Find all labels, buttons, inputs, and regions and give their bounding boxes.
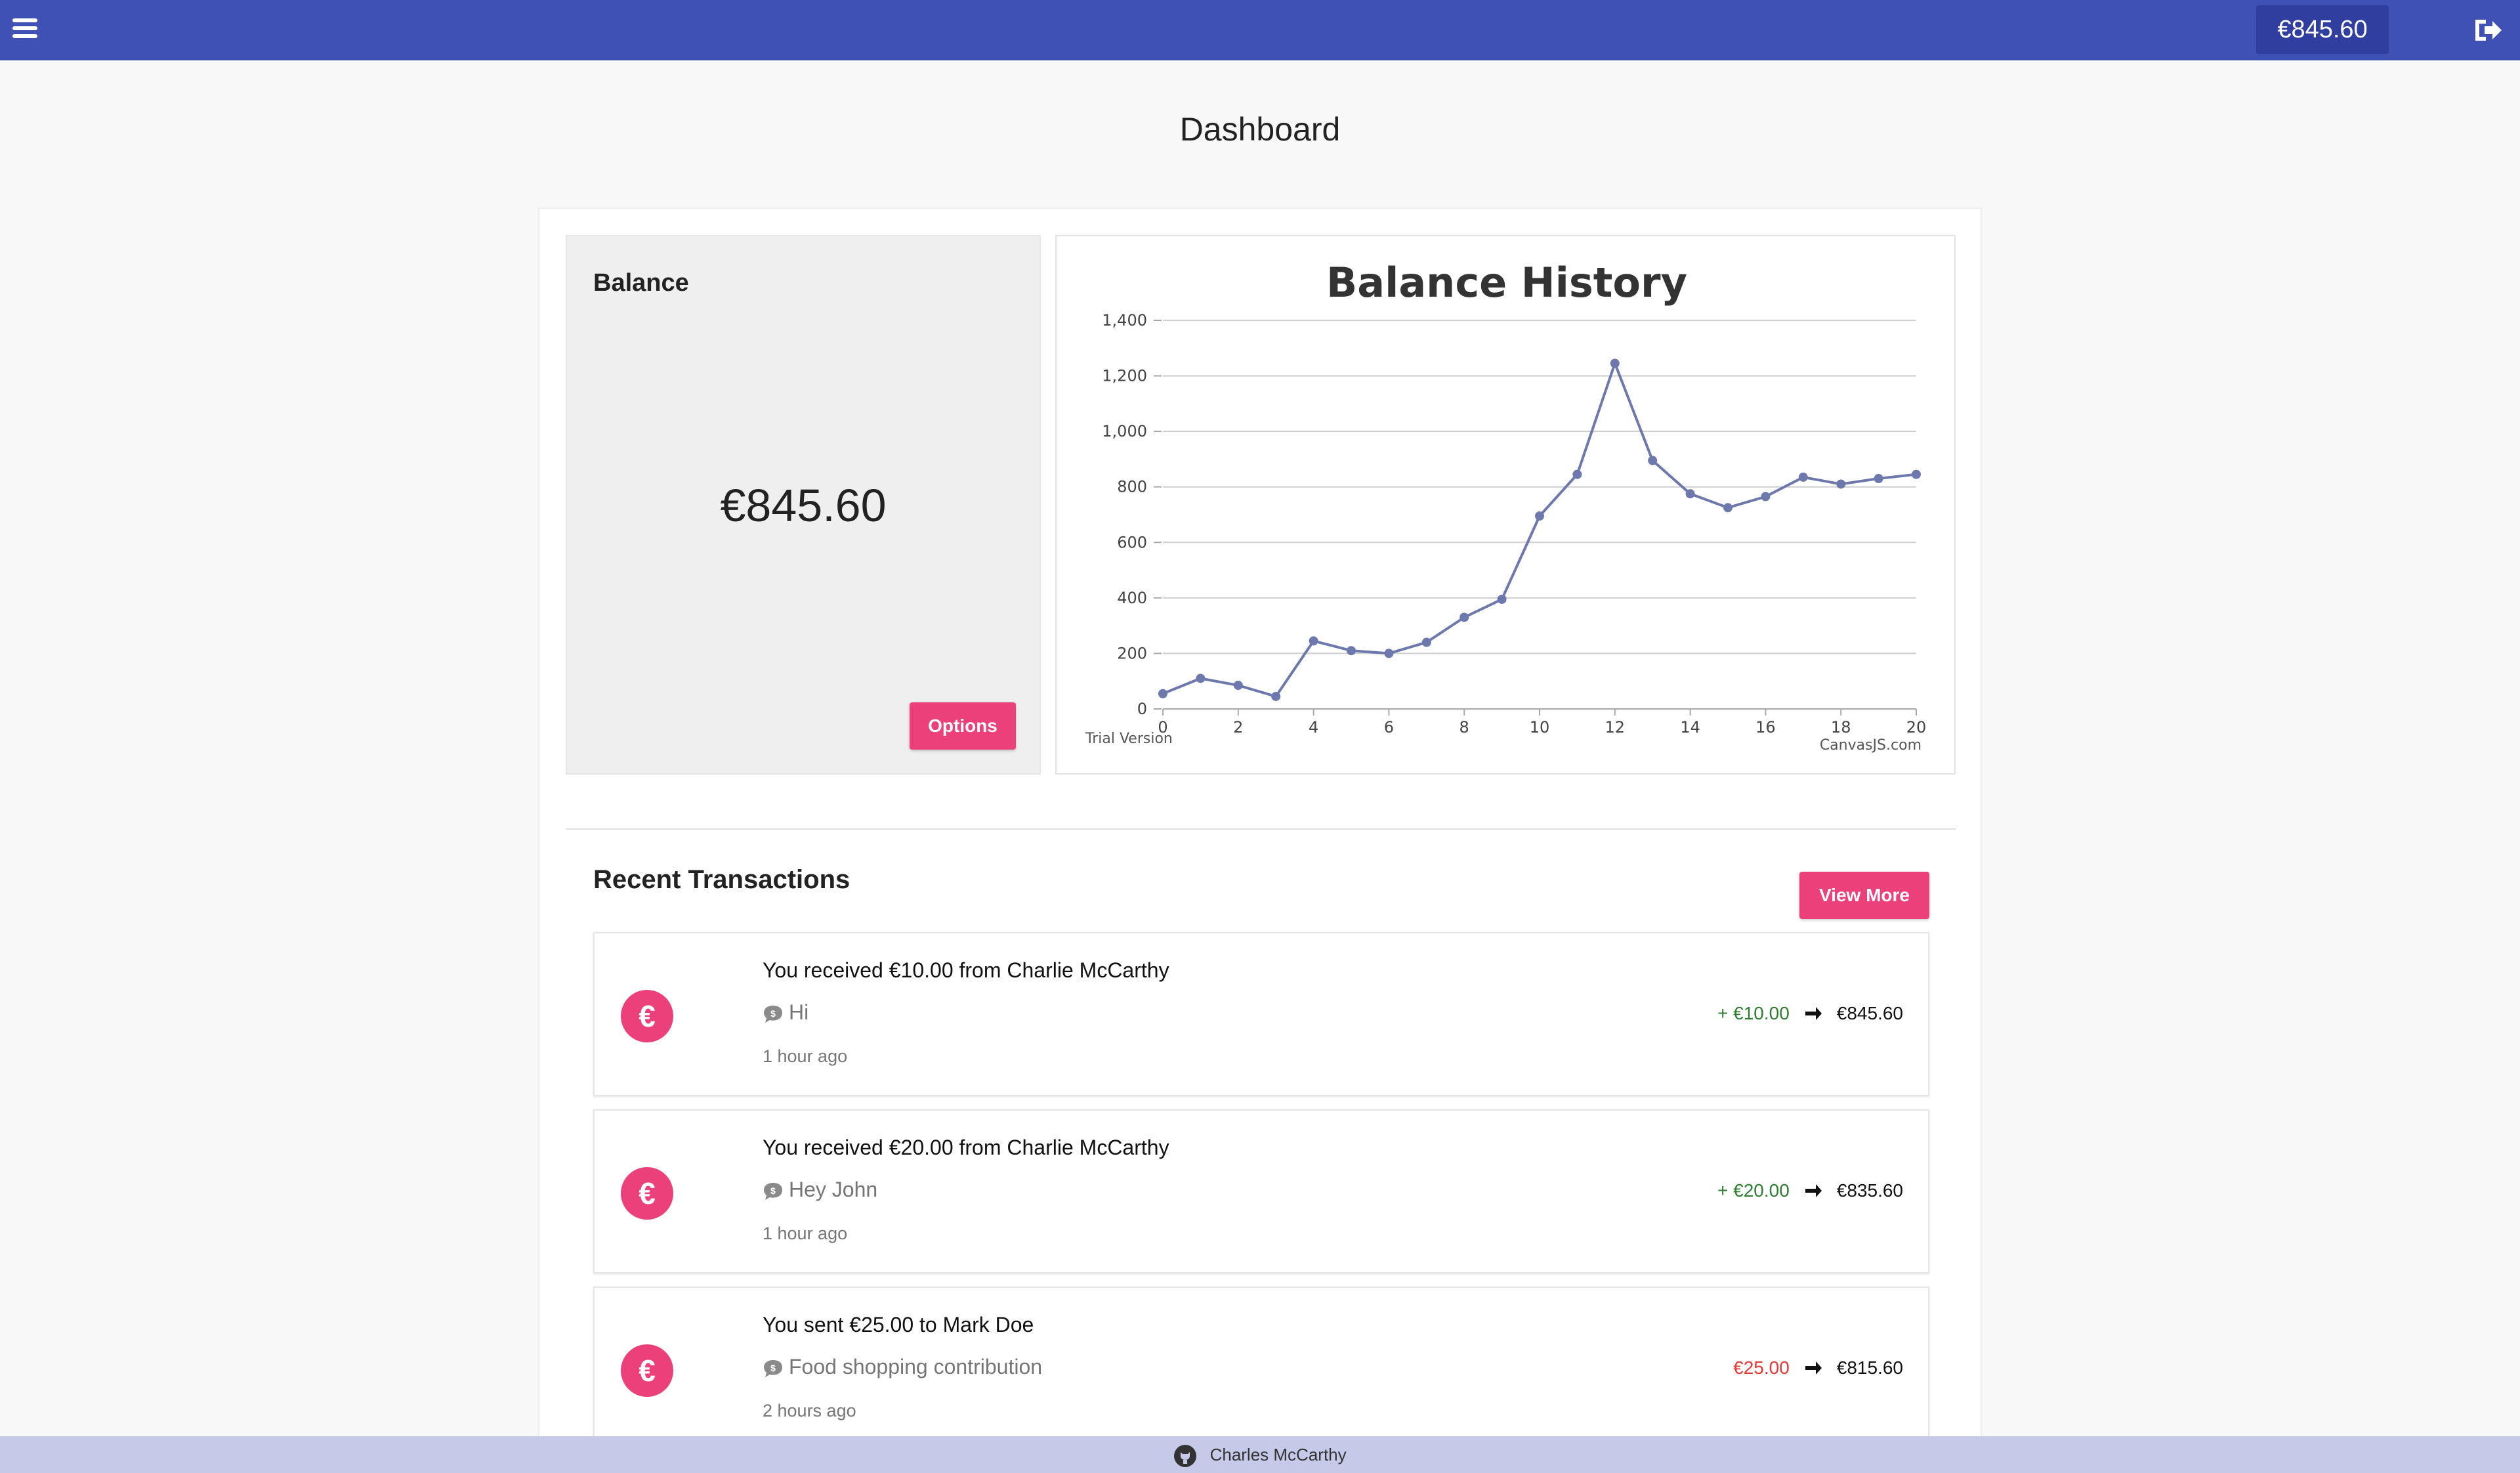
x-tick-label: 12 [1605,718,1626,736]
footer: Charles McCarthy [0,1436,2520,1473]
data-point [1158,689,1167,698]
svg-text:$: $ [770,1363,776,1373]
sign-out-icon[interactable] [2473,16,2504,45]
dashboard-card: Balance €845.60 Options Balance History 0… [538,207,1982,1473]
x-tick-label: 8 [1460,718,1469,736]
x-tick-label: 20 [1906,718,1927,736]
transaction-time: 1 hour ago [763,1224,848,1243]
transaction-message-text: Food shopping contribution [789,1355,1043,1378]
x-tick-label: 14 [1680,718,1700,736]
y-tick-label: 1,200 [1102,367,1147,385]
data-point [1347,646,1356,656]
x-tick-label: 6 [1384,718,1394,736]
page-title: Dashboard [1179,111,1341,148]
y-tick-label: 200 [1117,644,1147,662]
x-tick-label: 10 [1530,718,1550,736]
transaction-item[interactable]: € You sent €25.00 to Mark Doe $ Food shop… [593,1287,1929,1451]
euro-icon: € [621,1344,673,1397]
transaction-time: 1 hour ago [763,1046,848,1066]
transaction-message-text: Hi [789,1000,809,1024]
transaction-new-balance: €815.60 [1836,1357,1903,1378]
data-point [1610,358,1620,368]
github-icon[interactable] [1173,1444,1197,1468]
transaction-item[interactable]: € You received €20.00 from Charlie McCar… [593,1109,1929,1273]
transaction-title: You received €10.00 from Charlie McCarth… [763,958,1169,982]
transaction-item[interactable]: € You received €10.00 from Charlie McCar… [593,932,1929,1096]
y-tick-label: 0 [1137,700,1147,718]
balance-label: Balance [593,269,689,297]
data-point [1460,612,1469,622]
transaction-message: $ Hey John [763,1178,877,1202]
transaction-delta: + €20.00 [1717,1180,1790,1201]
data-point [1421,637,1431,647]
data-point [1685,489,1695,499]
view-more-button[interactable]: View More [1799,872,1929,919]
svg-text:$: $ [770,1185,776,1196]
arrow-right-icon [1805,1361,1822,1375]
transaction-message: $ Food shopping contribution [763,1355,1042,1379]
transaction-time: 2 hours ago [763,1401,856,1420]
transaction-amounts: €25.00 €815.60 [1733,1357,1903,1378]
euro-icon: € [621,1167,673,1220]
y-tick-label: 600 [1117,533,1147,551]
balance-amount: €845.60 [720,480,887,531]
chat-bubble-icon: $ [764,1359,782,1377]
data-point [1309,636,1318,646]
y-tick-label: 400 [1117,589,1147,607]
y-tick-label: 1,000 [1102,422,1147,440]
balance-panel: Balance €845.60 Options [566,235,1041,775]
transaction-title: You received €20.00 from Charlie McCarth… [763,1136,1169,1159]
canvasjs-credit: CanvasJS.com [1820,737,1922,754]
y-tick-label: 1,400 [1102,311,1147,330]
data-point [1874,474,1883,484]
transaction-delta: + €10.00 [1717,1003,1790,1023]
transaction-new-balance: €835.60 [1836,1180,1903,1201]
transaction-message-text: Hey John [789,1178,878,1201]
footer-author[interactable]: Charles McCarthy [1210,1445,1347,1464]
data-point [1912,469,1921,479]
data-point [1384,649,1394,658]
trial-version-label: Trial Version [1085,731,1173,747]
transaction-amounts: + €20.00 €835.60 [1717,1180,1903,1201]
x-tick-label: 4 [1309,718,1318,736]
series-line [1162,359,1917,698]
top-app-bar: €845.60 [0,0,2520,60]
data-point [1648,456,1658,465]
header-balance: €845.60 [2256,5,2389,54]
transaction-amounts: + €10.00 €845.60 [1717,1003,1903,1024]
data-point [1723,503,1732,513]
chat-bubble-icon: $ [764,1005,782,1023]
data-point [1196,673,1206,683]
transaction-delta: €25.00 [1733,1357,1790,1378]
options-button[interactable]: Options [910,702,1016,750]
transaction-title: You sent €25.00 to Mark Doe [763,1313,1034,1336]
data-point [1233,681,1243,691]
chat-bubble-icon: $ [764,1182,782,1200]
data-point [1271,691,1281,701]
chart-title: Balance History [1326,259,1687,307]
euro-icon: € [621,990,673,1042]
x-tick-label: 18 [1831,718,1851,736]
transaction-message: $ Hi [763,1000,808,1025]
y-tick-label: 800 [1117,478,1147,496]
arrow-right-icon [1805,1184,1822,1197]
data-point [1572,469,1582,479]
x-tick-label: 16 [1755,718,1776,736]
x-tick-label: 2 [1233,718,1243,736]
data-point [1761,492,1771,502]
hamburger-menu-icon[interactable] [10,16,39,45]
svg-text:$: $ [770,1008,776,1019]
chart-svg: Balance History 0 200 400 600 800 1,000 1,200 1,… [1085,259,1927,754]
balance-history-chart: Balance History 0 200 400 600 800 1,000 1,200 1,… [1055,235,1956,775]
data-point [1836,479,1846,489]
recent-transactions-title: Recent Transactions [593,865,850,894]
data-point [1497,594,1507,604]
data-point [1798,472,1808,482]
arrow-right-icon [1805,1007,1822,1020]
divider [566,828,1956,830]
data-point [1535,511,1544,521]
transaction-new-balance: €845.60 [1836,1003,1903,1023]
